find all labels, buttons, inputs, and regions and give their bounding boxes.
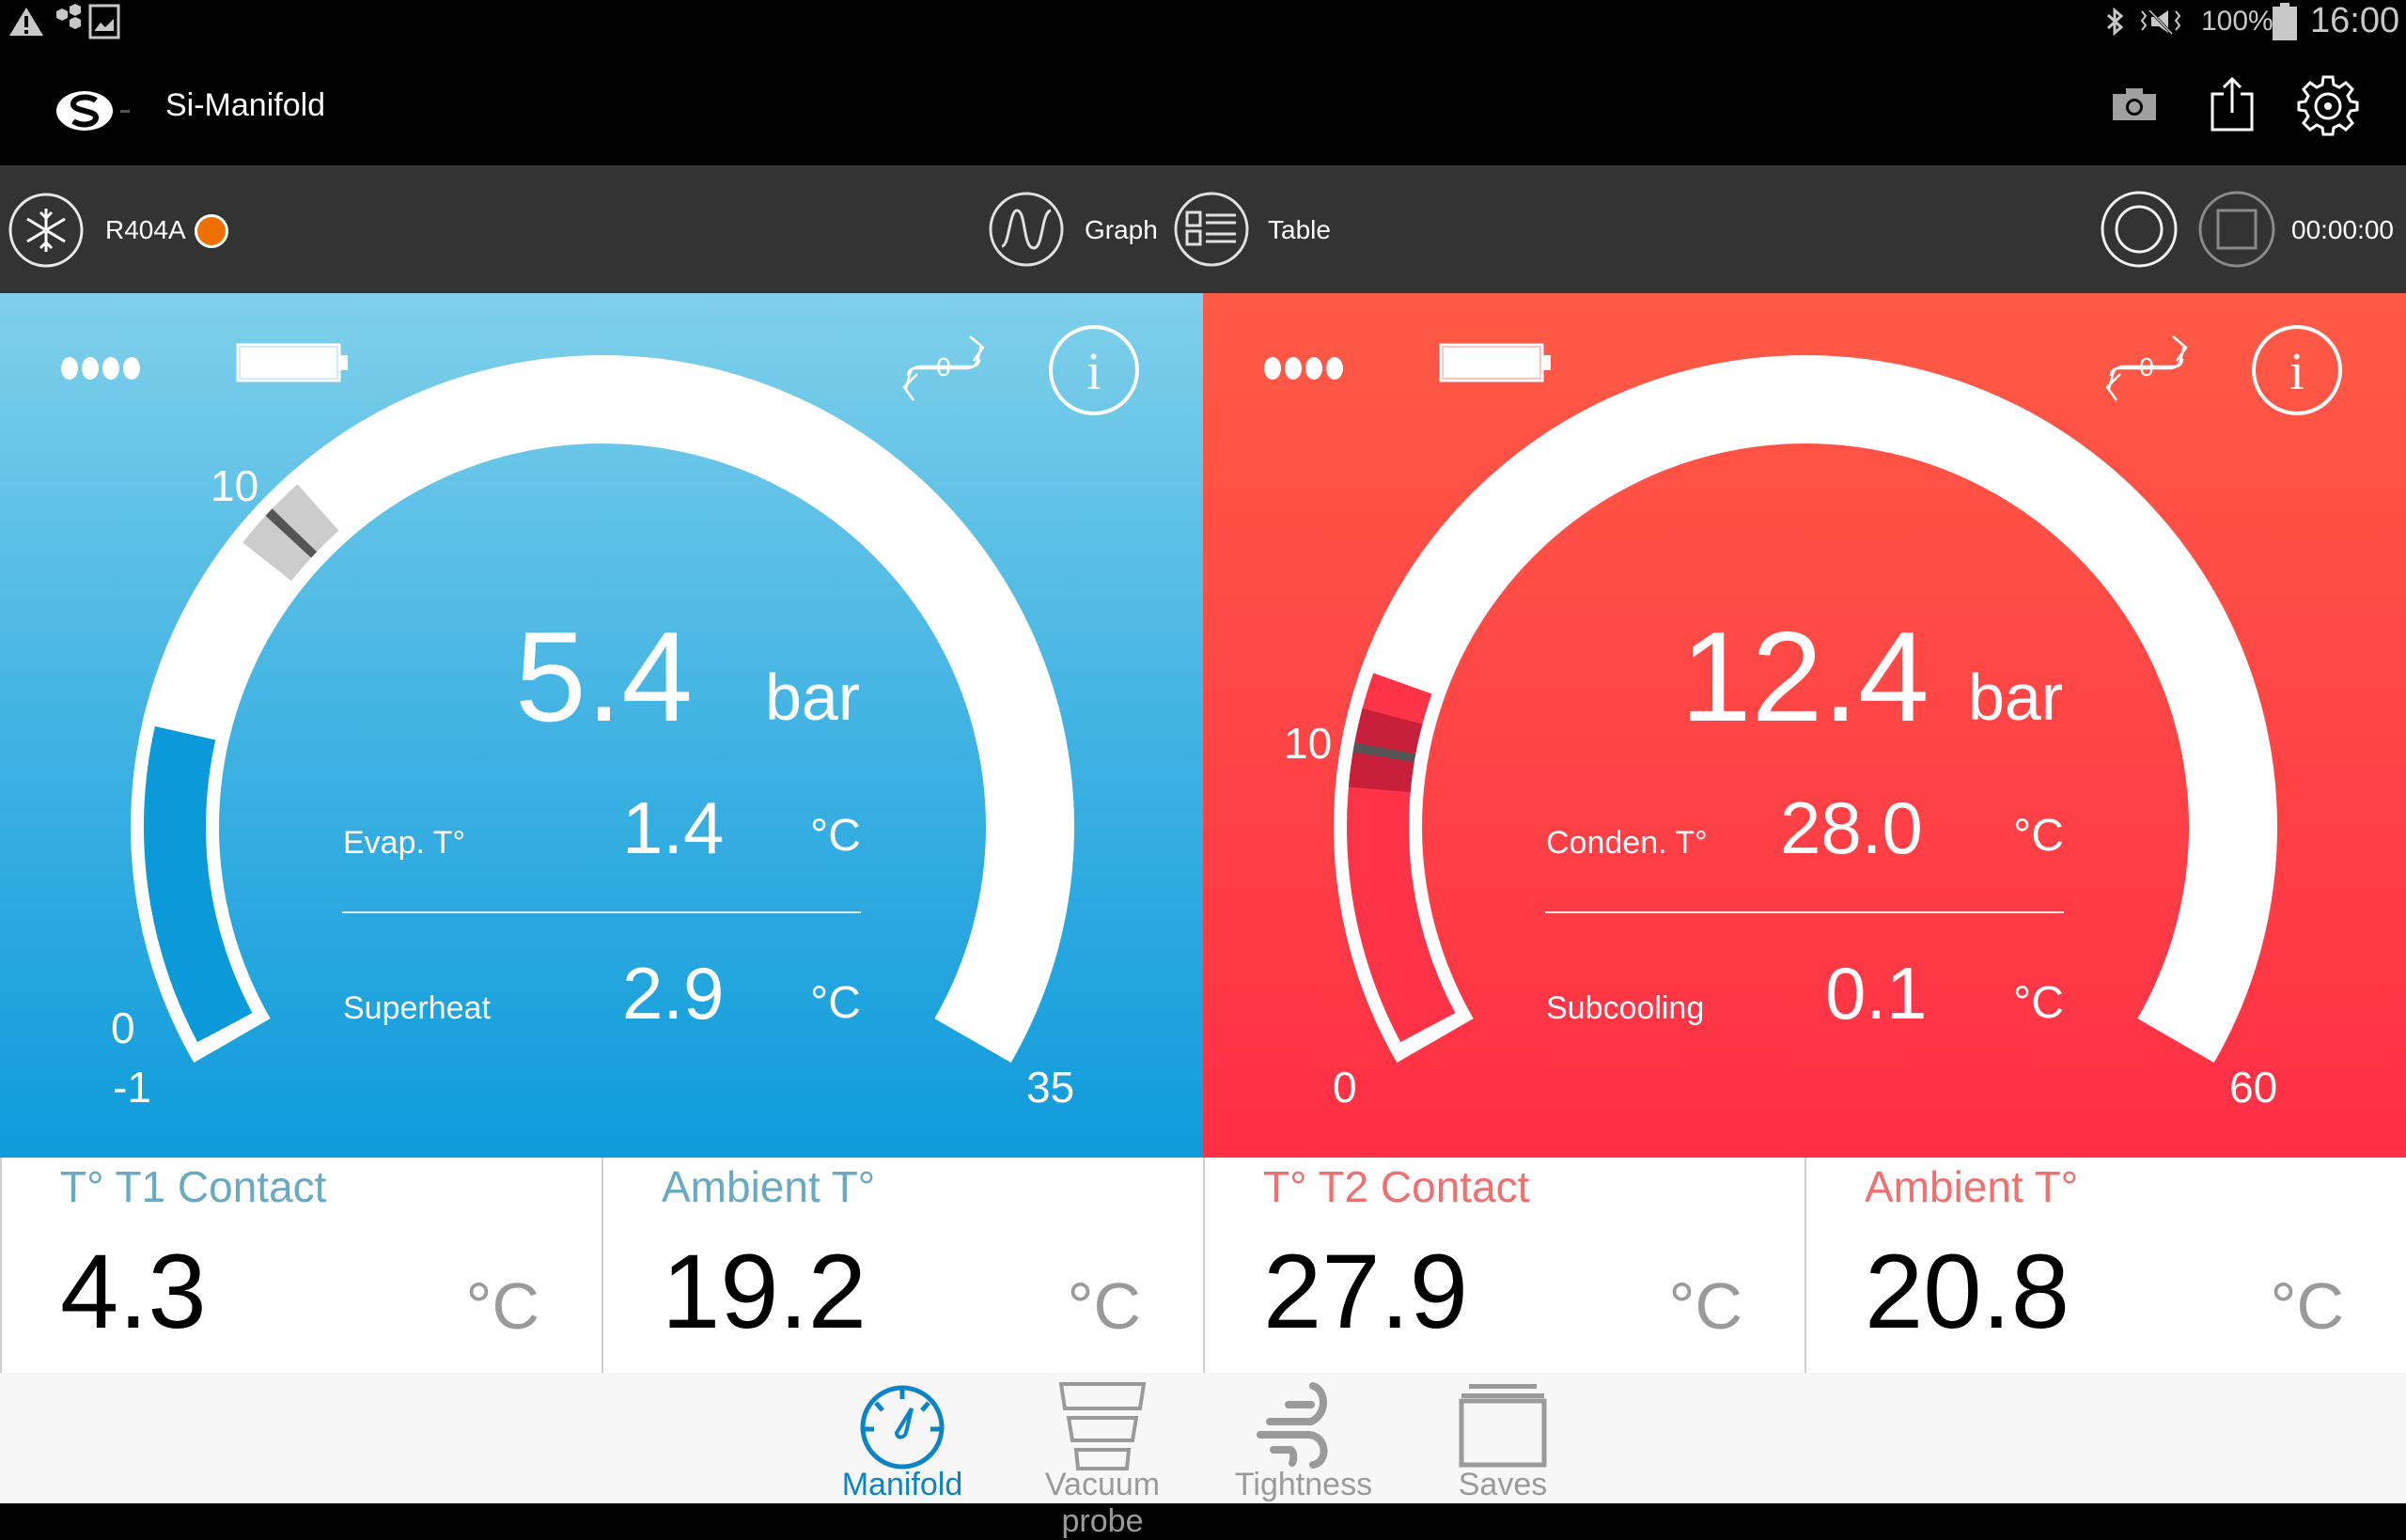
superheat-value: 2.9 <box>622 952 725 1034</box>
refrigerant-label[interactable]: R404A <box>105 215 186 245</box>
gauge-fill-bar <box>144 725 253 1043</box>
card-unit: °C <box>465 1269 539 1343</box>
conden-temp-label: Conden. T° <box>1546 825 1708 861</box>
card-value: 20.8 <box>1865 1233 2070 1350</box>
card-title: T° T2 Contact <box>1263 1162 1530 1211</box>
scale-label-min: 0 <box>1333 1063 1357 1112</box>
nav-label: Vacuum probe <box>1044 1467 1161 1539</box>
graph-icon[interactable] <box>987 190 1066 269</box>
scale-label-0: 0 <box>111 1003 135 1052</box>
snowflake-icon <box>26 209 66 252</box>
scale-label-10: 10 <box>211 461 259 510</box>
conden-temp-value: 28.0 <box>1780 786 1923 869</box>
graph-button[interactable]: Graph <box>1085 215 1158 245</box>
app-title: Si-Manifold <box>165 87 326 123</box>
bottom-navigation: Manifold Vacuum probe Tightness Saves <box>0 1373 2406 1539</box>
vibrate-mute-icon <box>2140 8 2181 36</box>
card-value: 27.9 <box>1263 1233 1468 1350</box>
sensor-card-ambient-low[interactable]: Ambient T° 19.2 °C <box>602 1158 1203 1373</box>
card-title: Ambient T° <box>662 1162 876 1211</box>
bluetooth-icon <box>2106 8 2124 36</box>
battery-percent: 100% <box>2201 6 2273 37</box>
scale-label-max: 35 <box>1026 1063 1075 1112</box>
sensor-card-t1-contact[interactable]: T° T1 Contact 4.3 °C <box>0 1158 602 1373</box>
evap-temp-unit: °C <box>810 811 861 861</box>
nav-vacuum-probe[interactable]: Vacuum probe <box>1004 1373 1201 1539</box>
wind-icon <box>1257 1382 1328 1469</box>
toolbar: R404A Graph Table 00:00:00 <box>0 165 2406 293</box>
scale-label-max: 60 <box>2229 1063 2278 1112</box>
sensor-cards: T° T1 Contact 4.3 °C Ambient T° 19.2 °C … <box>0 1158 2406 1373</box>
card-value: 19.2 <box>662 1233 867 1350</box>
record-button[interactable] <box>2100 190 2179 269</box>
table-button[interactable]: Table <box>1268 215 1331 245</box>
nav-label: Manifold <box>841 1467 963 1502</box>
high-pressure-value: 12.4 <box>1680 605 1929 748</box>
subcooling-value: 0.1 <box>1825 952 1928 1034</box>
battery-icon <box>2273 3 2297 40</box>
high-pressure-panel: 0 i 12.4 bar Conden. T° 28.0 °C Subcooli… <box>1203 293 2406 1158</box>
vacuum-probe-icon <box>1058 1382 1147 1470</box>
refrigerant-select-button[interactable] <box>8 192 85 269</box>
scale-label-10: 10 <box>1284 719 1333 768</box>
table-icon[interactable] <box>1172 190 1251 269</box>
low-pressure-unit: bar <box>765 661 861 734</box>
card-value: 4.3 <box>60 1233 207 1350</box>
saves-icon <box>1459 1384 1547 1468</box>
evap-temp-value: 1.4 <box>622 786 725 869</box>
low-pressure-value: 5.4 <box>515 605 694 748</box>
nav-manifold[interactable]: Manifold <box>804 1373 1001 1503</box>
nav-tightness[interactable]: Tightness <box>1205 1373 1402 1503</box>
readings-divider <box>342 911 861 913</box>
high-pressure-unit: bar <box>1968 661 2064 734</box>
nav-label: Saves <box>1458 1467 1548 1502</box>
gallery-icon <box>88 4 120 39</box>
settings-icon[interactable] <box>2297 74 2359 136</box>
subcooling-unit: °C <box>2013 978 2064 1028</box>
conden-temp-unit: °C <box>2013 811 2064 861</box>
sensor-card-ambient-high[interactable]: Ambient T° 20.8 °C <box>1804 1158 2406 1373</box>
card-title: T° T1 Contact <box>60 1162 327 1211</box>
refrigerant-status-dot <box>195 214 228 248</box>
readings-divider <box>1545 911 2064 913</box>
warning-icon <box>9 8 43 36</box>
nav-label: Tightness <box>1234 1467 1373 1502</box>
superheat-unit: °C <box>810 978 861 1028</box>
status-bar: 100% 16:00 <box>0 0 2406 42</box>
subcooling-label: Subcooling <box>1546 990 1705 1026</box>
clock: 16:00 <box>2310 1 2400 40</box>
sensor-card-t2-contact[interactable]: T° T2 Contact 27.9 °C <box>1203 1158 1804 1373</box>
app-logo-icon <box>56 91 130 131</box>
app-bar: Si-Manifold <box>0 42 2406 165</box>
low-pressure-panel: 0 i 5.4 bar Evap. T° 1.4 °C Superheat 2.… <box>0 293 1203 1158</box>
camera-icon[interactable] <box>2111 85 2158 122</box>
card-unit: °C <box>1067 1269 1141 1343</box>
record-timer: 00:00:00 <box>2291 215 2394 244</box>
nav-saves[interactable]: Saves <box>1404 1373 1601 1503</box>
share-icon[interactable] <box>2209 75 2256 133</box>
hexagons-icon <box>56 4 81 29</box>
card-unit: °C <box>1668 1269 1742 1343</box>
superheat-label: Superheat <box>343 990 491 1026</box>
stop-button[interactable] <box>2197 190 2276 269</box>
scale-label-min: -1 <box>113 1063 151 1112</box>
card-title: Ambient T° <box>1865 1162 2079 1211</box>
evap-temp-label: Evap. T° <box>343 825 466 861</box>
gauge-icon <box>860 1385 945 1470</box>
card-unit: °C <box>2270 1269 2344 1343</box>
